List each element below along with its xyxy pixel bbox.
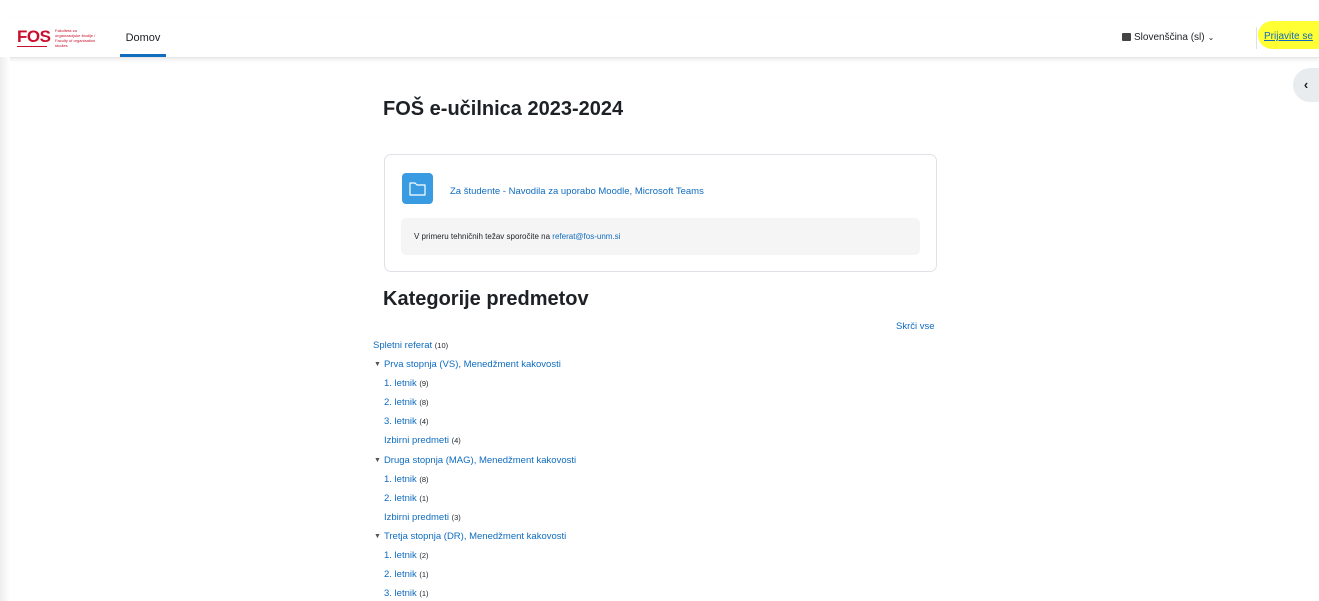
- logo-text: FOS: [17, 27, 51, 46]
- category-label: 1. letnik: [384, 378, 417, 389]
- category-label: Spletni referat: [373, 340, 433, 351]
- category-item[interactable]: 1. letnik (9): [384, 378, 429, 389]
- category-count: (3): [451, 513, 461, 522]
- caret-down-icon[interactable]: ▼: [374, 533, 381, 540]
- category-item[interactable]: 3. letnik (4): [384, 416, 429, 427]
- collapse-all-link[interactable]: Skrči vse: [896, 321, 935, 332]
- category-label: 3. letnik: [384, 416, 417, 427]
- login-button[interactable]: Prijavite se: [1258, 21, 1319, 49]
- category-count: (4): [419, 417, 429, 426]
- category-count: (8): [419, 475, 429, 484]
- category-label: 2. letnik: [384, 569, 417, 580]
- category-count: (4): [451, 436, 461, 445]
- logo-underline: [17, 46, 47, 47]
- category-count: (1): [419, 570, 429, 579]
- folder-icon[interactable]: [402, 173, 433, 204]
- logo-tagline: Fakulteta za organizacijske študije / Fa…: [55, 28, 96, 48]
- category-label: 3. letnik: [384, 588, 417, 599]
- info-card: Za študente - Navodila za uporabo Moodle…: [384, 154, 937, 272]
- category-item[interactable]: 2. letnik (8): [384, 397, 429, 408]
- chevron-left-icon: ‹: [1303, 77, 1309, 92]
- window-top-area: [0, 0, 1319, 19]
- category-label: 1. letnik: [384, 550, 417, 561]
- category-label: 1. letnik: [384, 474, 417, 485]
- category-count: (10): [434, 341, 449, 350]
- category-label: 2. letnik: [384, 493, 417, 504]
- category-label: Tretja stopnja (DR), Menedžment kakovost…: [383, 531, 567, 542]
- nav-home-link[interactable]: Domov: [120, 19, 166, 57]
- email-link[interactable]: referat@fos-unm.si: [552, 232, 620, 241]
- caret-down-icon[interactable]: ▼: [374, 457, 381, 464]
- caret-down-icon[interactable]: ▼: [374, 361, 381, 368]
- category-item[interactable]: 1. letnik (8): [384, 474, 429, 485]
- category-label: Prva stopnja (VS), Menedžment kakovosti: [383, 359, 561, 370]
- category-label: Izbirni predmeti: [384, 512, 449, 523]
- category-label: 2. letnik: [384, 397, 417, 408]
- category-label: Izbirni predmeti: [384, 435, 449, 446]
- top-navbar: FOS Fakulteta za organizacijske študije …: [0, 19, 1319, 58]
- site-logo[interactable]: FOS Fakulteta za organizacijske študije …: [17, 27, 102, 48]
- student-instructions-link[interactable]: Za študente - Navodila za uporabo Moodle…: [450, 186, 704, 197]
- language-menu[interactable]: Slovenščina (sl) ⌄: [1122, 19, 1214, 57]
- left-edge-shadow: [0, 57, 10, 601]
- notice-text: V primeru tehničnih težav sporočite na: [414, 232, 553, 241]
- category-item[interactable]: ▼ Tretja stopnja (DR), Menedžment kakovos…: [374, 531, 566, 542]
- language-icon: [1122, 33, 1131, 41]
- category-count: (1): [419, 589, 429, 598]
- category-count: (1): [419, 494, 429, 503]
- category-item[interactable]: ▼ Druga stopnja (MAG), Menedžment kakovos…: [374, 455, 576, 466]
- categories-heading: Kategorije predmetov: [383, 288, 589, 310]
- category-count: (2): [419, 551, 429, 560]
- category-item[interactable]: ▼ Prva stopnja (VS), Menedžment kakovosti: [374, 359, 561, 370]
- category-count: (8): [419, 398, 429, 407]
- chevron-down-icon: ⌄: [1207, 33, 1215, 42]
- page-title: FOŠ e-učilnica 2023-2024: [383, 98, 624, 120]
- technical-issues-notice: V primeru tehničnih težav sporočite na r…: [401, 218, 920, 255]
- category-count: (9): [419, 379, 429, 388]
- category-label: Druga stopnja (MAG), Menedžment kakovost…: [383, 455, 577, 466]
- category-item[interactable]: 1. letnik (2): [384, 550, 429, 561]
- category-item[interactable]: Izbirni predmeti (4): [384, 435, 461, 446]
- drawer-toggle-button[interactable]: ‹: [1293, 68, 1319, 102]
- category-item[interactable]: Izbirni predmeti (3): [384, 512, 461, 523]
- category-item[interactable]: 2. letnik (1): [384, 493, 429, 504]
- category-item[interactable]: Spletni referat (10): [373, 340, 448, 351]
- navbar-divider: [1256, 27, 1257, 49]
- language-label: Slovenščina (sl): [1134, 32, 1205, 43]
- category-item[interactable]: 3. letnik (1): [384, 588, 429, 599]
- category-item[interactable]: 2. letnik (1): [384, 569, 429, 580]
